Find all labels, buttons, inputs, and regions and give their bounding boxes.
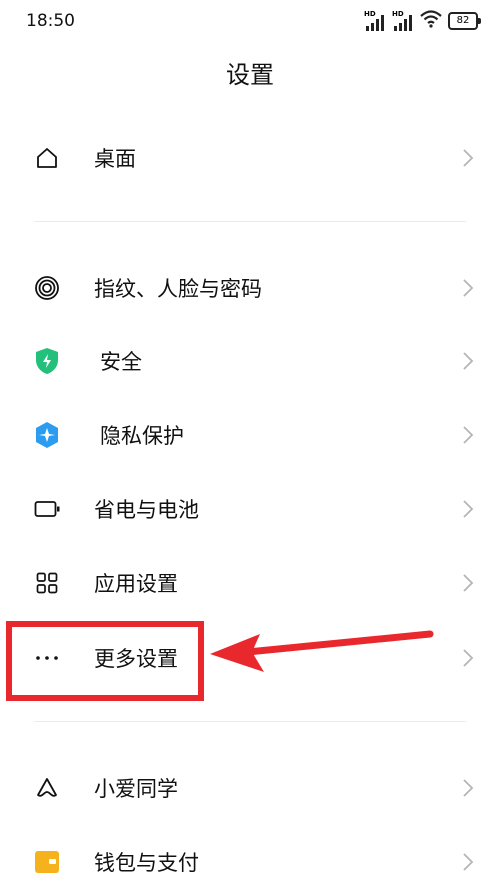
highlight-box-annotation: [6, 621, 204, 701]
status-bar: 18:50 HD HD 82: [0, 0, 500, 44]
settings-item-label: 指纹、人脸与密码: [94, 277, 262, 301]
settings-item-xiaoai[interactable]: 小爱同学: [0, 758, 500, 818]
signal-icon: HD: [364, 11, 386, 31]
wifi-icon: [420, 10, 442, 32]
chevron-right-icon: [462, 573, 474, 593]
settings-item-label: 隐私保护: [100, 424, 184, 448]
settings-item-privacy[interactable]: 隐私保护: [0, 405, 500, 465]
settings-item-fingerprint[interactable]: 指纹、人脸与密码: [0, 258, 500, 318]
page-title: 设置: [226, 61, 274, 89]
chevron-right-icon: [462, 648, 474, 668]
settings-item-label: 安全: [100, 350, 142, 374]
settings-item-security[interactable]: 安全: [0, 331, 500, 391]
settings-item-label: 省电与电池: [94, 498, 199, 522]
chevron-right-icon: [462, 778, 474, 798]
status-icons: HD HD 82: [364, 10, 481, 32]
settings-item-label: 桌面: [94, 147, 136, 171]
fingerprint-icon: [34, 275, 60, 301]
signal-icon-2: HD: [392, 11, 414, 31]
chevron-right-icon: [462, 148, 474, 168]
home-icon: [34, 145, 60, 171]
privacy-icon: [34, 422, 60, 448]
chevron-right-icon: [462, 425, 474, 445]
settings-item-wallet[interactable]: 钱包与支付: [0, 832, 500, 892]
battery-status: 82: [448, 12, 481, 30]
section-divider: [34, 721, 466, 722]
section-divider: [34, 221, 466, 222]
security-shield-icon: [34, 348, 60, 374]
chevron-right-icon: [462, 278, 474, 298]
settings-item-desktop[interactable]: 桌面: [0, 128, 500, 188]
apps-grid-icon: [34, 570, 60, 596]
red-arrow-annotation: [210, 630, 434, 672]
chevron-right-icon: [462, 852, 474, 872]
status-time: 18:50: [26, 11, 75, 31]
wallet-icon: [34, 849, 60, 875]
settings-item-apps[interactable]: 应用设置: [0, 553, 500, 613]
settings-item-battery[interactable]: 省电与电池: [0, 479, 500, 539]
settings-item-label: 应用设置: [94, 572, 178, 596]
battery-icon: [34, 496, 60, 522]
xiaoai-icon: [34, 775, 60, 801]
chevron-right-icon: [462, 499, 474, 519]
chevron-right-icon: [462, 351, 474, 371]
settings-item-label: 钱包与支付: [94, 851, 199, 875]
settings-item-label: 小爱同学: [94, 777, 178, 801]
